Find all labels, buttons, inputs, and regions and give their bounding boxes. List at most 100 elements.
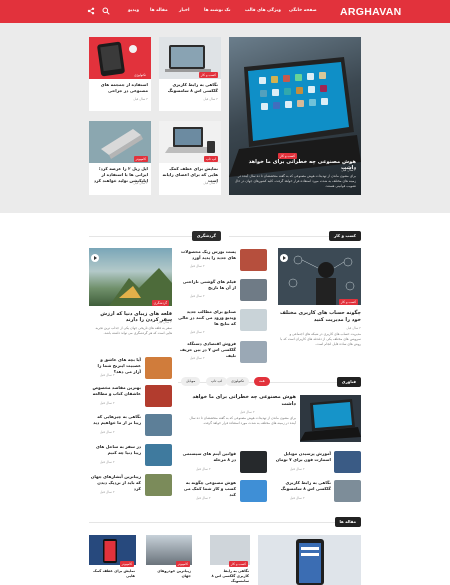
list-meta: ۲ سال قبل bbox=[100, 430, 115, 434]
list-title[interactable]: صنایع برای مطالب جدید ویدیو ورود می کنند… bbox=[178, 309, 236, 327]
list-meta: ۲ سال قبل bbox=[290, 496, 305, 500]
post-badge[interactable]: گردشگری bbox=[151, 300, 169, 306]
list-thumb bbox=[145, 414, 172, 436]
list-meta: ۲ سال قبل bbox=[190, 356, 205, 360]
list-title[interactable]: بهترین مقاصد مخصوص عاشقان کتاب و مطالعه bbox=[89, 385, 141, 397]
list-meta: ۲ سال قبل bbox=[100, 490, 115, 494]
share-icon[interactable] bbox=[87, 7, 95, 15]
top-card[interactable]: کسب و کار نگاهی به رابط کاربری گلکسی اس … bbox=[159, 37, 221, 111]
card-badge[interactable]: لپ تاپ bbox=[204, 156, 218, 162]
tech-main-image[interactable] bbox=[300, 395, 361, 442]
list-title[interactable]: نگاهی به رابط کاربری گلکسی اس ۸ سامسونگ bbox=[275, 480, 331, 492]
list-meta: ۲ سال قبل bbox=[290, 467, 305, 471]
tech-main-excerpt: برای مصون ماندن از تهدیدات هوش مصنوعی که… bbox=[189, 416, 296, 425]
nav-item-home[interactable]: صفحه خانگی bbox=[289, 8, 317, 13]
tech-tab-laptop[interactable]: لپ تاپ bbox=[206, 377, 227, 386]
post-excerpt: مدیریت حساب های کاربری در شبکه های اجتما… bbox=[280, 332, 361, 346]
list-title[interactable]: فروش اقتصادی دستگاه گلکسی اس ۷ در بین حر… bbox=[178, 341, 236, 359]
list-title[interactable]: در سفر به ساحل های زیبا دنیا چه کنیم bbox=[89, 444, 141, 456]
post-excerpt: سفر به قلعه های تاریخی جهان یکی از جذاب … bbox=[95, 326, 172, 335]
card-title[interactable]: نگاهی به رابط کاربری گلکسی اس ۸ سامسونگ bbox=[162, 82, 218, 94]
list-thumb bbox=[334, 451, 361, 473]
card-title[interactable]: استفاده از جمجمه های مصنوعی در جراحی bbox=[92, 82, 148, 94]
travel-main-post[interactable]: گردشگری قلعه های زیبای دنیا که ارزش سفر … bbox=[89, 248, 172, 353]
card-badge[interactable]: کامپیوتر bbox=[133, 156, 148, 162]
featured-band bbox=[0, 23, 450, 213]
list-meta: ۲ سال قبل bbox=[190, 330, 205, 334]
tech-main-meta: ۲ سال قبل bbox=[240, 410, 255, 414]
top-card[interactable]: تکنولوژی استفاده از جمجمه های مصنوعی در … bbox=[89, 37, 151, 111]
list-meta: ۲ سال قبل bbox=[190, 294, 205, 298]
list-thumb bbox=[145, 385, 172, 407]
hero-meta: ۲ سال قبل bbox=[341, 168, 356, 172]
card-badge[interactable]: کامپیوتر bbox=[119, 561, 134, 567]
list-title[interactable]: نگاهی به چیزهایی که زیبا تر از ما خواهیم… bbox=[89, 414, 141, 426]
section-title: مقاله ها bbox=[334, 517, 361, 527]
tech-main-title[interactable]: هوش مصنوعی چه خطراتی برای ما خواهد داشت bbox=[186, 394, 296, 408]
list-meta: ۲ سال قبل bbox=[100, 373, 115, 377]
section-header-articles: مقاله ها bbox=[89, 517, 361, 527]
list-meta: ۲ سال قبل bbox=[100, 460, 115, 464]
card-badge[interactable]: تکنولوژی bbox=[132, 72, 148, 78]
card-title[interactable]: زیباترین خودروهای جهان bbox=[147, 569, 191, 579]
post-badge[interactable]: کسب و کار bbox=[338, 299, 358, 305]
article-card[interactable]: کسب و کار نگاهی به رابط کاربری گلکسی اس … bbox=[210, 535, 250, 585]
article-card[interactable]: کامپیوتر نمایش برای عطف کمک هایی bbox=[89, 535, 136, 585]
card-title[interactable]: نگاهی به رابط کاربری گلکسی اس ۸ سامسونگ bbox=[211, 569, 249, 584]
list-thumb bbox=[240, 279, 267, 301]
list-thumb bbox=[145, 357, 172, 379]
card-badge[interactable]: کسب و کار bbox=[228, 561, 248, 567]
section-header-business: کسب و کار bbox=[229, 231, 361, 241]
nav-item-single[interactable]: تک نوشته ها bbox=[204, 8, 231, 13]
post-image bbox=[89, 248, 172, 306]
section-title: گردشگری bbox=[191, 231, 221, 241]
list-meta: ۲ سال قبل bbox=[196, 496, 211, 500]
search-icon[interactable] bbox=[102, 7, 110, 15]
list-title[interactable]: زیباترین آبشارهای جهان که باید از نزدیک … bbox=[89, 474, 141, 492]
top-card[interactable]: کامپیوتر اپل ریل ۲ را عرضه کرد؛ ایرانی ه… bbox=[89, 121, 151, 195]
card-meta: ۲ سال قبل bbox=[133, 97, 148, 101]
list-thumb bbox=[240, 249, 267, 271]
tech-tab-technology[interactable]: تکنولوژی bbox=[226, 377, 250, 386]
nav-item-articles[interactable]: مقاله ها bbox=[150, 8, 168, 13]
card-meta: ۲ سال قبل bbox=[203, 97, 218, 101]
hero-post[interactable]: کسب و کار هوش مصنوعی چه خطراتی برای ما خ… bbox=[229, 37, 361, 195]
nav-item-video[interactable]: ویدیو bbox=[128, 8, 139, 13]
list-thumb bbox=[145, 444, 172, 466]
card-meta: ۲ سال قبل bbox=[133, 181, 148, 185]
business-main-post[interactable]: کسب و کار چگونه حساب های کاربری مختلف خو… bbox=[278, 248, 361, 358]
hero-excerpt: برای مصون ماندن از تهدیدات هوش مصنوعی که… bbox=[234, 174, 356, 188]
list-title[interactable]: آموزش پرسیدن موبایل اسمارت فون برای ۷ تو… bbox=[275, 451, 331, 463]
list-thumb bbox=[145, 474, 172, 496]
tech-tab-all[interactable]: همه bbox=[254, 377, 270, 386]
list-title[interactable]: قوانین آیتم های سیستمی در ۸ مرحله bbox=[180, 451, 236, 463]
list-meta: ۲ سال قبل bbox=[190, 264, 205, 268]
article-card[interactable] bbox=[258, 535, 361, 585]
post-image bbox=[278, 248, 361, 305]
list-meta: ۲ سال قبل bbox=[196, 467, 211, 471]
list-thumb bbox=[334, 480, 361, 502]
nav-item-features[interactable]: ویژگی های قالب bbox=[245, 8, 281, 13]
post-title[interactable]: چگونه حساب های کاربری مختلف خود را مدیری… bbox=[279, 310, 361, 324]
card-badge[interactable]: کامپیوتر bbox=[175, 561, 190, 567]
post-meta: ۲ سال قبل bbox=[346, 326, 361, 330]
list-thumb bbox=[240, 309, 267, 331]
tech-tab-mobile[interactable]: موبایل bbox=[181, 377, 201, 386]
nav-item-news[interactable]: اخبار bbox=[179, 8, 189, 13]
card-meta: ۲ سال قبل bbox=[203, 181, 218, 185]
list-title[interactable]: آیا بچه های عاشق و عصبیت اینرنج شما را آ… bbox=[89, 357, 141, 375]
section-title: فناوری bbox=[336, 377, 361, 387]
list-title[interactable]: فیلم های گوشتی ناراحتی از آن ها تاریخ bbox=[178, 279, 236, 291]
list-meta: ۲ سال قبل bbox=[100, 401, 115, 405]
section-header-travel: گردشگری bbox=[89, 231, 221, 241]
card-badge[interactable]: کسب و کار bbox=[198, 72, 218, 78]
site-logo[interactable]: ARGHAVAN bbox=[340, 6, 402, 18]
site-header: ARGHAVAN صفحه خانگی ویژگی های قالب تک نو… bbox=[0, 0, 450, 23]
top-card[interactable]: لپ تاپ نمایش برای عطف کمک هایی که برای ا… bbox=[159, 121, 221, 195]
list-title[interactable]: پست بورس ریک محصولات های جدید را پدید آو… bbox=[178, 249, 236, 261]
hero-title[interactable]: هوش مصنوعی چه خطراتی برای ما خواهد داشت bbox=[234, 159, 356, 171]
card-title[interactable]: نمایش برای عطف کمک هایی bbox=[90, 569, 135, 579]
article-card[interactable]: کامپیوتر زیباترین خودروهای جهان bbox=[146, 535, 192, 585]
list-thumb bbox=[240, 451, 267, 473]
post-meta: ۲ سال قبل bbox=[157, 320, 172, 324]
